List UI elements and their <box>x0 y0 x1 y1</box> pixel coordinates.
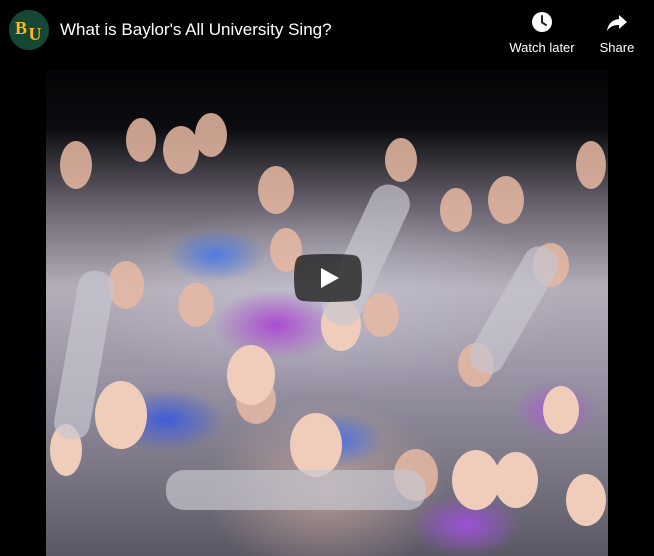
share-label: Share <box>599 40 635 55</box>
play-icon <box>294 254 362 302</box>
share-arrow-icon <box>607 15 627 31</box>
crowd-hands-illustration <box>50 113 606 526</box>
video-title[interactable]: What is Baylor's All University Sing? <box>60 19 332 41</box>
watch-later-label: Watch later <box>509 40 575 55</box>
video-player[interactable]: B U What is Baylor's All University Sing… <box>0 0 654 556</box>
share-button[interactable]: Share <box>594 10 640 55</box>
svg-text:B: B <box>15 18 27 38</box>
video-thumbnail[interactable] <box>46 70 608 556</box>
watch-later-button[interactable]: Watch later <box>505 10 579 55</box>
baylor-bu-logo-icon: B U <box>9 10 49 50</box>
play-button[interactable] <box>294 254 362 302</box>
svg-text:U: U <box>29 24 42 44</box>
clock-icon <box>532 12 552 32</box>
channel-logo[interactable]: B U <box>9 10 49 50</box>
